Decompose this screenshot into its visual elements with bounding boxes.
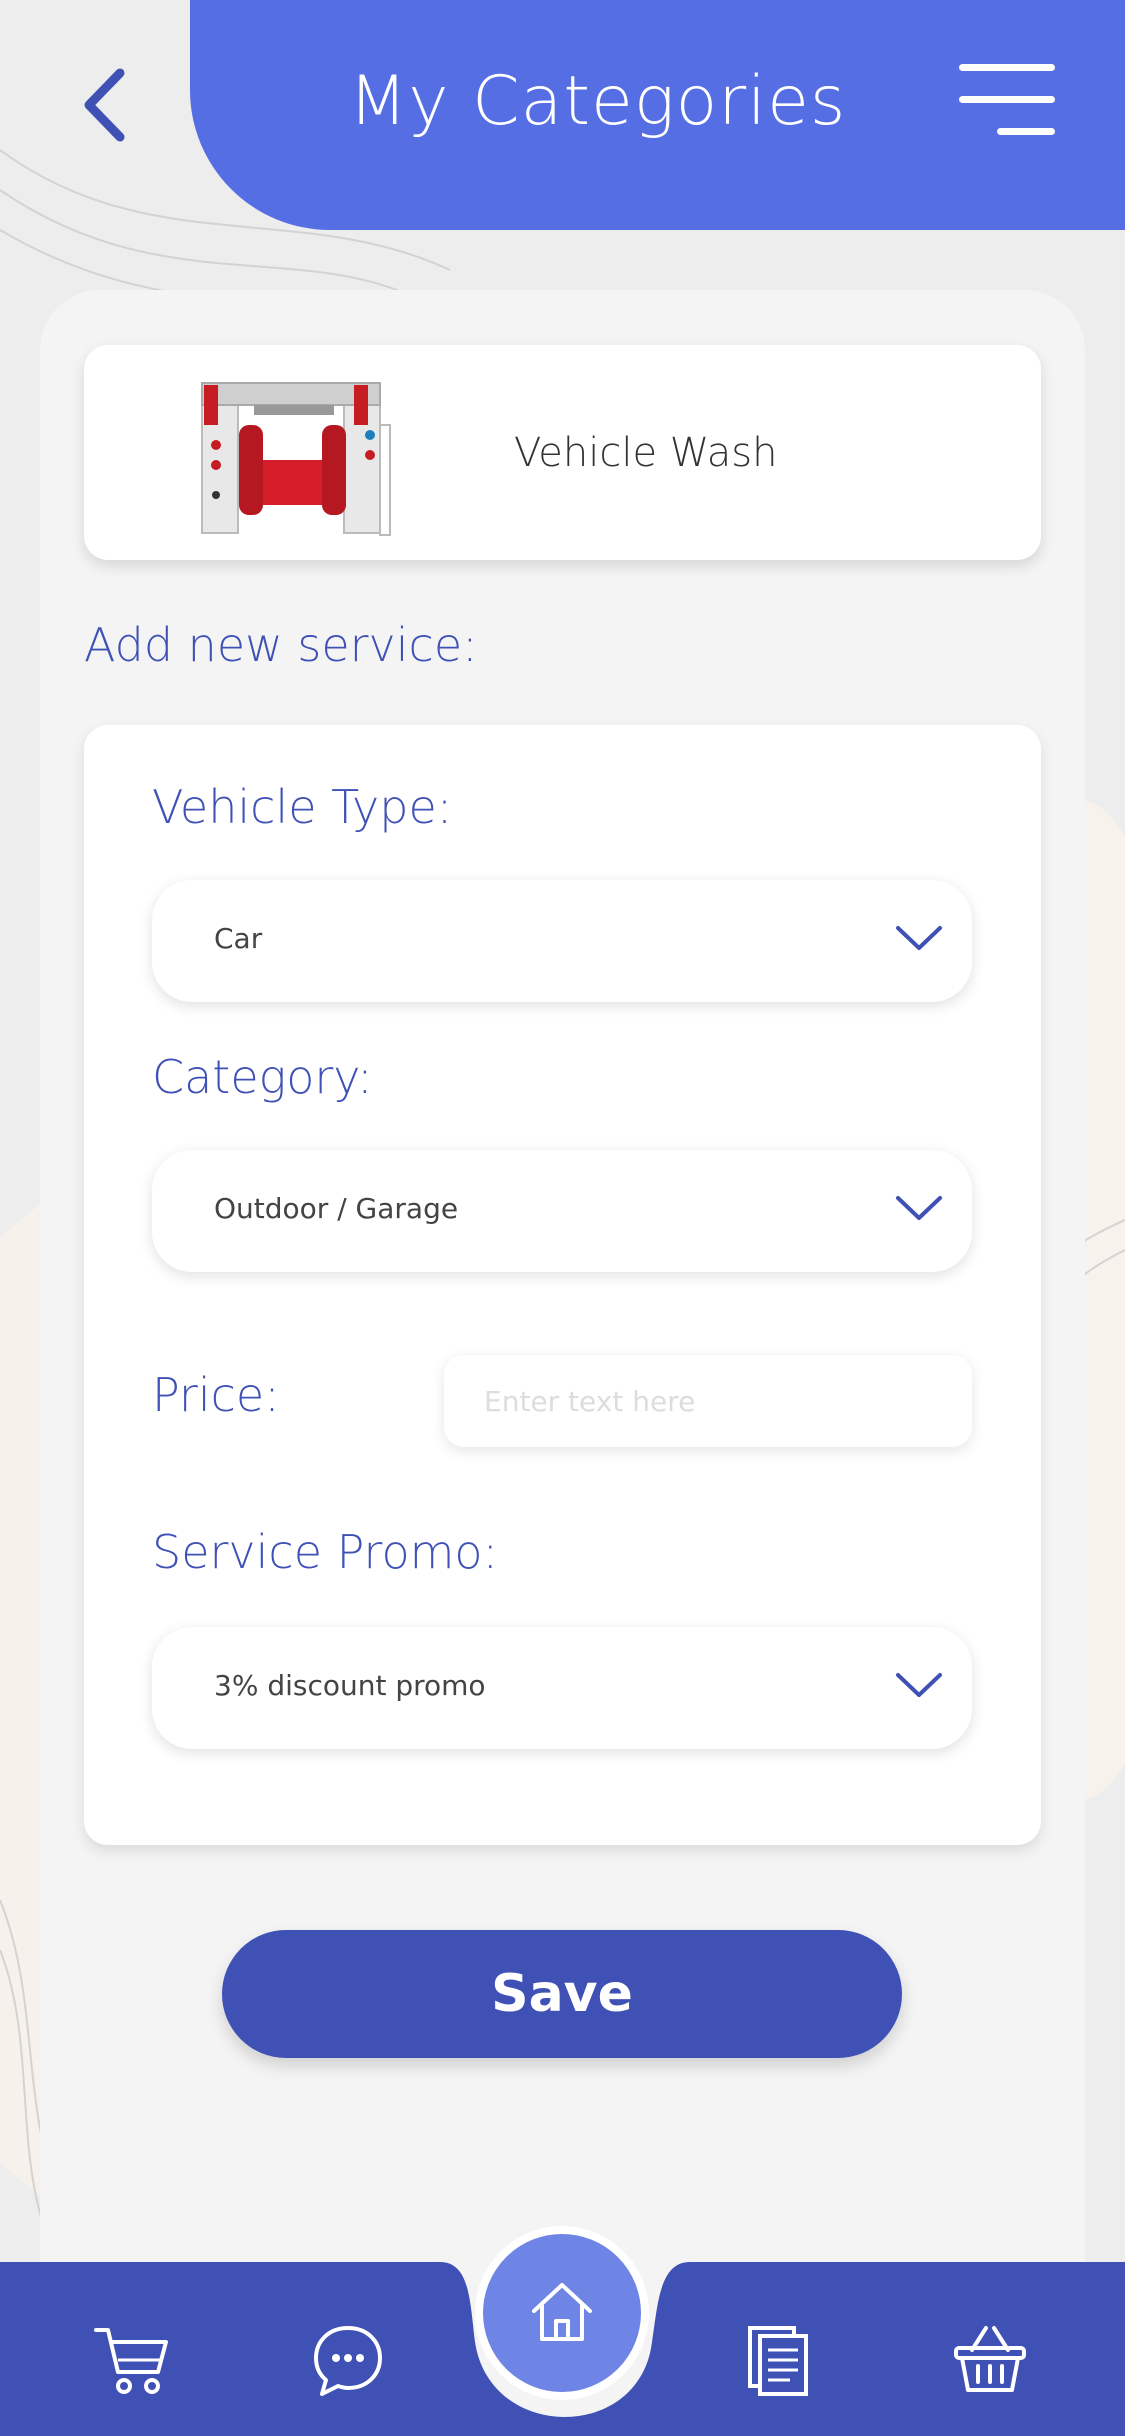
category-name: Vehicle Wash	[514, 430, 778, 476]
price-label: Price:	[152, 1368, 280, 1422]
chevron-down-icon	[896, 926, 942, 950]
basket-tab[interactable]	[950, 2320, 1030, 2400]
cart-icon	[94, 2328, 168, 2394]
category-label: Category:	[152, 1050, 373, 1104]
service-promo-value: 3% discount promo	[214, 1669, 486, 1702]
header-bar: My Categories	[190, 0, 1125, 230]
documents-tab[interactable]	[740, 2320, 820, 2400]
category-value: Outdoor / Garage	[214, 1192, 459, 1225]
chevron-down-icon	[896, 1673, 942, 1697]
chevron-down-icon	[896, 1196, 942, 1220]
menu-line	[959, 64, 1055, 71]
car-wash-machine-image	[201, 382, 391, 536]
add-service-heading: Add new service:	[84, 618, 478, 672]
category-select[interactable]: Outdoor / Garage	[152, 1150, 972, 1272]
page-title: My Categories	[348, 62, 847, 141]
chevron-left-icon	[84, 68, 125, 142]
home-icon	[532, 2283, 592, 2341]
vehicle-type-value: Car	[214, 922, 263, 955]
service-promo-select[interactable]: 3% discount promo	[152, 1627, 972, 1749]
menu-line	[959, 96, 1055, 103]
document-icon	[748, 2326, 808, 2396]
service-form: Vehicle Type: Car Category: Outdoor / Ga…	[84, 725, 1041, 1845]
chat-icon	[314, 2326, 382, 2396]
category-card[interactable]: Vehicle Wash	[84, 345, 1041, 560]
back-button[interactable]	[60, 60, 150, 150]
cart-tab[interactable]	[92, 2320, 172, 2400]
home-button[interactable]	[475, 2226, 649, 2400]
service-promo-label: Service Promo:	[152, 1525, 499, 1579]
basket-icon	[954, 2326, 1026, 2392]
vehicle-type-label: Vehicle Type:	[152, 780, 453, 834]
menu-button[interactable]	[959, 62, 1055, 138]
price-input[interactable]	[444, 1355, 972, 1447]
save-button[interactable]: Save	[222, 1930, 902, 2058]
messages-tab[interactable]	[308, 2320, 388, 2400]
menu-line	[997, 128, 1055, 135]
vehicle-type-select[interactable]: Car	[152, 880, 972, 1002]
